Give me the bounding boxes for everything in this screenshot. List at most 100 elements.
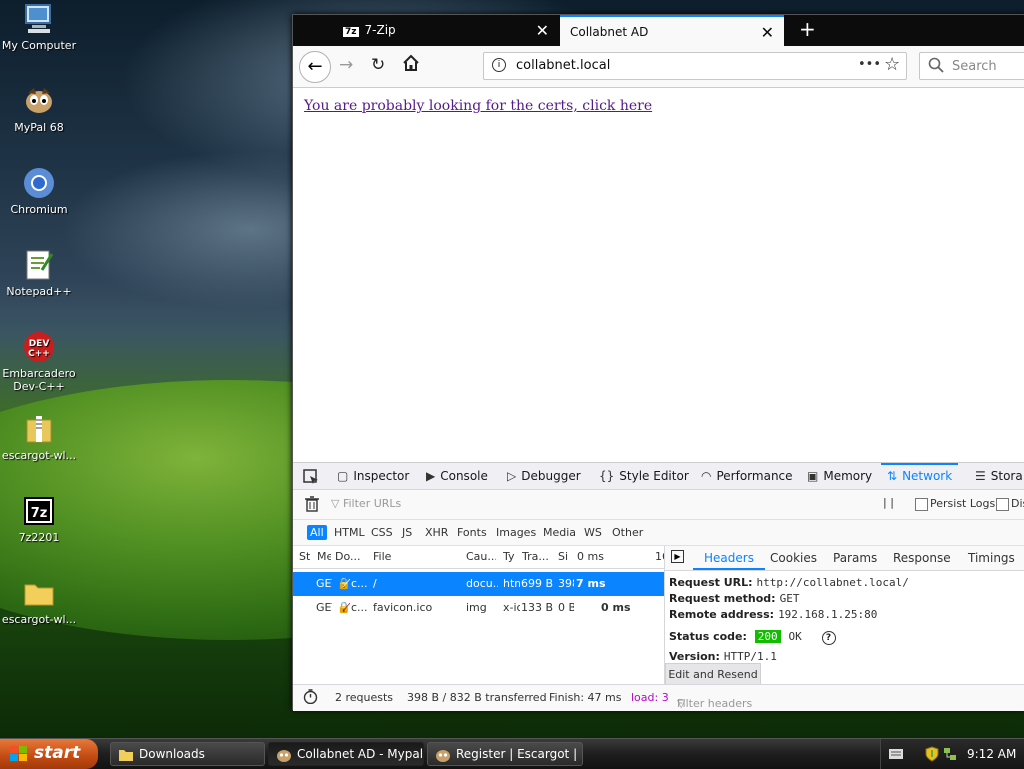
request-list: St Me Do... File Cau... Ty Tra... Si 0 m… (293, 546, 665, 684)
desktop-icon-mypal[interactable]: MyPal 68 (0, 84, 78, 134)
computer-icon (22, 2, 56, 36)
taskbar-button-downloads[interactable]: Downloads (110, 742, 265, 766)
tab-7zip[interactable]: 7z 7-Zip ✕ (333, 15, 559, 46)
insecure-lock-icon: 🔒̸ (337, 577, 351, 590)
tab-storage[interactable]: ☰ Stora (975, 463, 1023, 489)
desktop-icon-escargot-folder[interactable]: escargot-wl... (0, 576, 78, 626)
network-tray-icon[interactable] (943, 746, 957, 765)
desktop-icon-escargot-zip[interactable]: escargot-wl... (0, 412, 78, 462)
back-button[interactable]: ← (299, 51, 331, 83)
certs-link[interactable]: You are probably looking for the certs, … (304, 98, 652, 114)
column-type[interactable]: Ty (503, 550, 517, 563)
persist-logs-checkbox[interactable] (915, 498, 928, 511)
reload-button[interactable]: ↻ (371, 55, 385, 75)
disable-cache-checkbox[interactable] (996, 498, 1009, 511)
filter-other[interactable]: Other (609, 525, 646, 540)
request-size: 398 (558, 577, 574, 590)
column-domain[interactable]: Do... (335, 550, 365, 563)
pause-button[interactable]: | | (883, 496, 894, 509)
filter-html[interactable]: HTML (331, 525, 368, 540)
navigation-toolbar: ← → ↻ i collabnet.local ••• ☆ Search (293, 46, 1024, 88)
request-time: 7 ms (576, 577, 606, 590)
column-status[interactable]: St (299, 550, 313, 563)
stopwatch-icon[interactable] (303, 689, 318, 707)
trash-icon (305, 496, 319, 512)
filter-ws[interactable]: WS (581, 525, 605, 540)
type-filter-bar: All HTML CSS JS XHR Fonts Images Media W… (293, 520, 1024, 546)
request-row[interactable]: 20 GET 🔒̸ c... / docu... htm 699 B 398 7… (293, 572, 664, 596)
filter-css[interactable]: CSS (368, 525, 396, 540)
tab-network[interactable]: ⇅ Network (881, 463, 959, 489)
desktop-icon-devcpp[interactable]: DEV C++ Embarcadero Dev-C++ (0, 330, 78, 393)
desktop-icon-7z2201[interactable]: 7z 7z2201 (0, 494, 78, 544)
tab-debugger[interactable]: ▷ Debugger (507, 463, 581, 489)
tab-headers[interactable]: Headers (693, 546, 765, 570)
tab-style-editor[interactable]: {} Style Editor (599, 463, 689, 489)
keyboard-icon[interactable] (889, 748, 903, 762)
details-tabs: ▶ Headers Cookies Params Response Timing… (665, 546, 1024, 571)
tab-cookies[interactable]: Cookies (770, 546, 817, 570)
start-button[interactable]: start (0, 739, 98, 769)
clock[interactable]: 9:12 AM (967, 747, 1016, 761)
filter-urls-input[interactable]: ▽ Filter URLs (331, 494, 851, 514)
filter-js[interactable]: JS (399, 525, 415, 540)
column-waterfall[interactable]: 0 ms (577, 550, 607, 563)
tab-label: Collabnet AD (570, 25, 649, 39)
forward-button[interactable]: → (339, 55, 353, 75)
column-transferred[interactable]: Tra... (522, 550, 550, 563)
desktop-icon-chromium[interactable]: Chromium (0, 166, 78, 216)
disable-cache-label: Dis (1011, 497, 1024, 510)
new-tab-button[interactable]: + (789, 15, 819, 46)
persist-logs-label: Persist Logs (930, 497, 996, 510)
url-text[interactable]: collabnet.local (516, 58, 610, 73)
column-file[interactable]: File (373, 550, 453, 563)
search-bar[interactable]: Search (919, 52, 1024, 80)
request-row[interactable]: 40 GET 🔒̸ c... favicon.ico img x-ic 133 … (293, 596, 664, 620)
request-method-value: GET (779, 592, 800, 605)
filter-media[interactable]: Media (540, 525, 579, 540)
tab-params[interactable]: Params (833, 546, 877, 570)
clear-button[interactable] (305, 496, 319, 515)
home-button[interactable] (402, 54, 420, 77)
close-tab-icon[interactable]: ✕ (761, 23, 774, 42)
filter-fonts[interactable]: Fonts (454, 525, 490, 540)
url-bar[interactable]: i collabnet.local ••• ☆ (483, 52, 907, 80)
desktop-icon-my-computer[interactable]: My Computer (0, 2, 78, 52)
desktop-icon-notepad-plus-plus[interactable]: Notepad++ (0, 248, 78, 298)
tab-strip: 7z 7-Zip ✕ Collabnet AD ✕ + (293, 15, 1024, 46)
tab-inspector[interactable]: ▢ Inspector (337, 463, 409, 489)
filter-images[interactable]: Images (493, 525, 539, 540)
security-shield-icon[interactable] (925, 746, 939, 765)
request-method: GET (316, 577, 332, 590)
edit-resend-button[interactable]: Edit and Resend (665, 663, 761, 684)
svg-text:7z: 7z (31, 506, 48, 521)
bookmark-star-icon[interactable]: ☆ (884, 54, 900, 75)
page-actions-icon[interactable]: ••• (858, 57, 881, 72)
load-time: load: 3 (631, 691, 669, 704)
column-method[interactable]: Me (317, 550, 331, 563)
desktop-icon-label: Chromium (10, 203, 68, 216)
tab-memory[interactable]: ▣ Memory (807, 463, 872, 489)
notepad-plus-plus-icon (22, 248, 56, 282)
filter-xhr[interactable]: XHR (422, 525, 451, 540)
tab-performance[interactable]: ◠ Performance (701, 463, 793, 489)
column-size[interactable]: Si (558, 550, 570, 563)
version-value: HTTP/1.1 (723, 650, 777, 663)
toggle-sidebar-icon[interactable]: ▶ (671, 550, 684, 563)
tab-collabnet-ad[interactable]: Collabnet AD ✕ (560, 15, 784, 46)
tab-response[interactable]: Response (893, 546, 951, 570)
close-tab-icon[interactable]: ✕ (536, 21, 549, 40)
column-waterfall-tick: 16 (655, 550, 664, 563)
info-icon[interactable]: i (492, 58, 506, 72)
filter-all[interactable]: All (307, 525, 327, 540)
tab-console[interactable]: ▶ Console (426, 463, 488, 489)
inspector-icon: ▢ (337, 469, 349, 483)
column-cause[interactable]: Cau... (466, 550, 496, 563)
tab-timings[interactable]: Timings (968, 546, 1015, 570)
request-list-header: St Me Do... File Cau... Ty Tra... Si 0 m… (293, 546, 664, 569)
element-picker-button[interactable] (303, 463, 319, 489)
taskbar-button-register-escargot[interactable]: Register | Escargot | ... (427, 742, 583, 766)
seven-zip-tab-icon: 7z (343, 27, 359, 37)
taskbar-button-collabnet-mypal[interactable]: Collabnet AD - Mypal (268, 742, 424, 766)
help-icon[interactable]: ? (821, 631, 836, 645)
